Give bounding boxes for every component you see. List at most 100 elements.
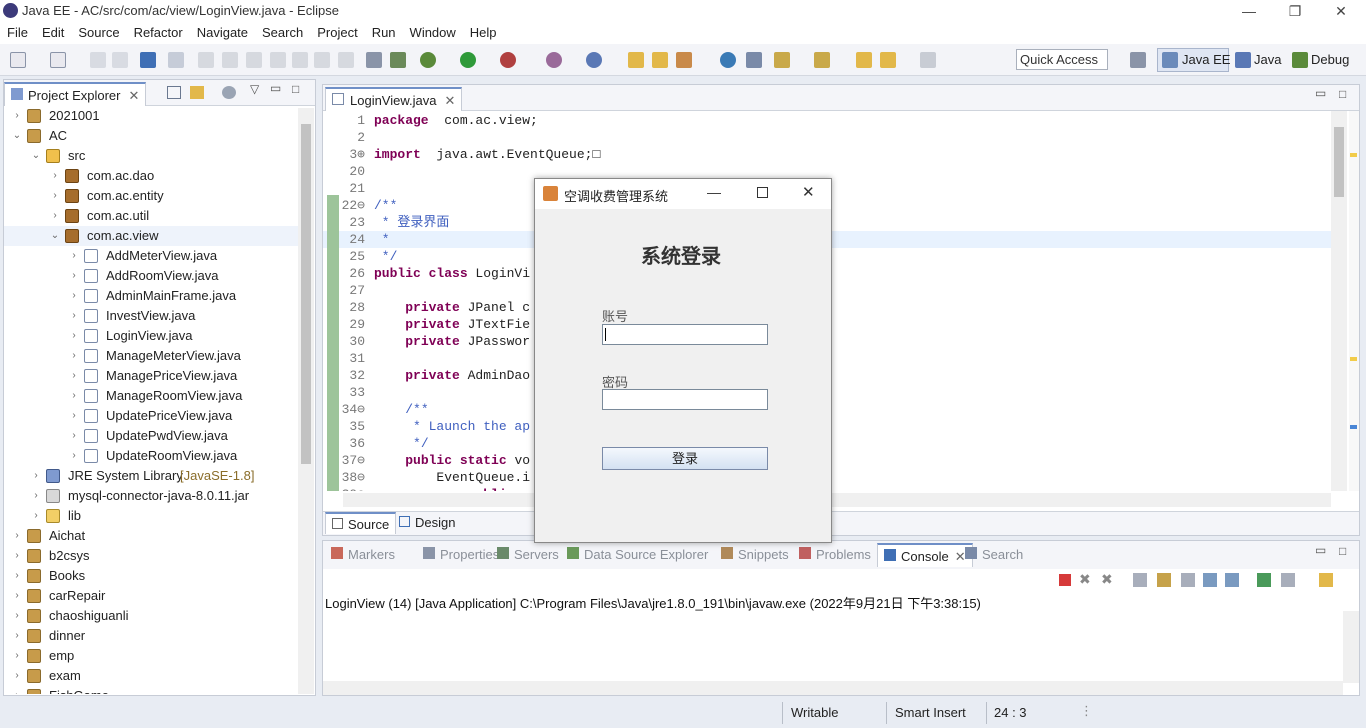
save-all-icon[interactable] [112,52,128,68]
tab-servers[interactable]: Servers [491,543,565,567]
skip-breakpoints-icon[interactable] [168,52,184,68]
tree-item[interactable]: › ManageRoomView.java [4,386,298,406]
debug-icon[interactable] [420,52,436,68]
tree-item[interactable]: › Aichat [4,526,298,546]
tree-item[interactable]: › UpdatePriceView.java [4,406,298,426]
tree-item[interactable]: › AddRoomView.java [4,266,298,286]
resume-icon[interactable] [198,52,214,68]
menu-search[interactable]: Search [255,22,310,40]
chevron-right-icon[interactable]: › [69,246,79,266]
previous-annotation-icon[interactable] [814,52,830,68]
tree-item[interactable]: ⌄ com.ac.view [4,226,298,246]
menu-file[interactable]: File [0,22,35,40]
chevron-right-icon[interactable]: › [12,526,22,546]
tree-item[interactable]: ⌄ src [4,146,298,166]
tab-source[interactable]: Source [325,512,397,534]
chevron-right-icon[interactable]: › [12,566,22,586]
chevron-right-icon[interactable]: › [69,406,79,426]
tree-item[interactable]: › mysql-connector-java-8.0.11.jar [4,486,298,506]
chevron-right-icon[interactable]: › [12,106,22,126]
chevron-right-icon[interactable]: › [31,486,41,506]
code-line[interactable]: 3⊕ import java.awt.EventQueue;□ [323,146,1333,163]
tab-design[interactable]: Design [393,512,461,534]
dialog-minimize-button[interactable]: — [707,184,721,200]
menu-run[interactable]: Run [365,22,403,40]
new-file-icon[interactable] [50,52,66,68]
new-java-class-icon[interactable] [586,52,602,68]
new-java-project-icon[interactable] [546,52,562,68]
chevron-right-icon[interactable]: › [69,366,79,386]
new-icon[interactable] [10,52,26,68]
status-drag-handle[interactable]: ⋮ [1080,703,1093,719]
disconnect-icon[interactable] [270,52,286,68]
suspend-icon[interactable] [222,52,238,68]
maximize-editor-icon[interactable]: □ [1339,87,1346,101]
perspective-debug[interactable]: Debug [1311,52,1349,67]
tree-item[interactable]: › chaoshiguanli [4,606,298,626]
scroll-lock-icon[interactable] [1157,573,1171,587]
menu-help[interactable]: Help [463,22,504,40]
chevron-right-icon[interactable]: › [12,666,22,686]
tree-item[interactable]: › Books [4,566,298,586]
view-menu-icon[interactable]: ▽ [250,82,259,96]
explorer-scrollbar[interactable] [298,108,314,694]
maximize-view-icon[interactable]: □ [292,82,299,96]
chevron-down-icon[interactable]: ⌄ [31,146,41,166]
editor-hscrollbar[interactable] [343,493,1331,507]
minimize-console-icon[interactable]: ▭ [1315,543,1326,557]
chevron-right-icon[interactable]: › [12,626,22,646]
chevron-right-icon[interactable]: › [31,506,41,526]
forward-icon[interactable] [920,52,936,68]
editor-scroll-thumb[interactable] [1334,127,1344,197]
menu-refactor[interactable]: Refactor [127,22,190,40]
chevron-right-icon[interactable]: › [69,266,79,286]
chevron-right-icon[interactable]: › [69,326,79,346]
step-over-icon[interactable] [314,52,330,68]
filters-icon[interactable] [222,86,236,99]
tab-data-source-explorer[interactable]: Data Source Explorer [561,543,714,567]
chevron-right-icon[interactable]: › [69,286,79,306]
menu-source[interactable]: Source [71,22,126,40]
tree-item[interactable]: › AdminMainFrame.java [4,286,298,306]
tree-item[interactable]: › ManagePriceView.java [4,366,298,386]
occurrence-marker[interactable] [1350,425,1357,429]
chevron-right-icon[interactable]: › [69,306,79,326]
sync-icon[interactable] [746,52,762,68]
tree-item[interactable]: › 2021001 [4,106,298,126]
open-console-icon[interactable] [1319,573,1333,587]
chevron-right-icon[interactable]: › [69,346,79,366]
back-icon[interactable] [880,52,896,68]
open-task-icon[interactable] [652,52,668,68]
menu-edit[interactable]: Edit [35,22,71,40]
word-wrap-icon[interactable] [1181,573,1195,587]
display-console-icon[interactable] [1281,573,1295,587]
code-line[interactable]: 2 [323,129,1333,146]
run-external-tools-icon[interactable] [500,52,516,68]
tree-item[interactable]: › carRepair [4,586,298,606]
console-scrollbar[interactable] [1343,611,1359,683]
show-stdout-icon[interactable] [1203,573,1217,587]
dialog-maximize-button[interactable] [757,187,768,198]
terminate-icon[interactable] [1059,574,1071,586]
collapse-all-icon[interactable] [167,86,181,99]
restore-button[interactable]: ❐ [1272,0,1318,22]
chevron-right-icon[interactable]: › [12,646,22,666]
chevron-right-icon[interactable]: › [12,586,22,606]
tree-item[interactable]: › b2csys [4,546,298,566]
password-input[interactable] [602,389,768,410]
globe-icon[interactable] [720,52,736,68]
chevron-right-icon[interactable]: › [50,166,60,186]
perspective-java-ee[interactable]: Java EE [1182,52,1230,67]
toggle-mark-icon[interactable] [366,52,382,68]
tree-item[interactable]: › emp [4,646,298,666]
chevron-right-icon[interactable]: › [12,546,22,566]
next-annotation-icon[interactable] [774,52,790,68]
step-return-icon[interactable] [338,52,354,68]
run-icon[interactable] [460,52,476,68]
tab-problems[interactable]: Problems [793,543,877,567]
tree-item[interactable]: › JRE System Library [JavaSE-1.8] [4,466,298,486]
open-type-icon[interactable] [628,52,644,68]
remove-all-icon[interactable]: ✖ [1101,571,1113,588]
chevron-right-icon[interactable]: › [69,386,79,406]
tree-item[interactable]: › AddMeterView.java [4,246,298,266]
